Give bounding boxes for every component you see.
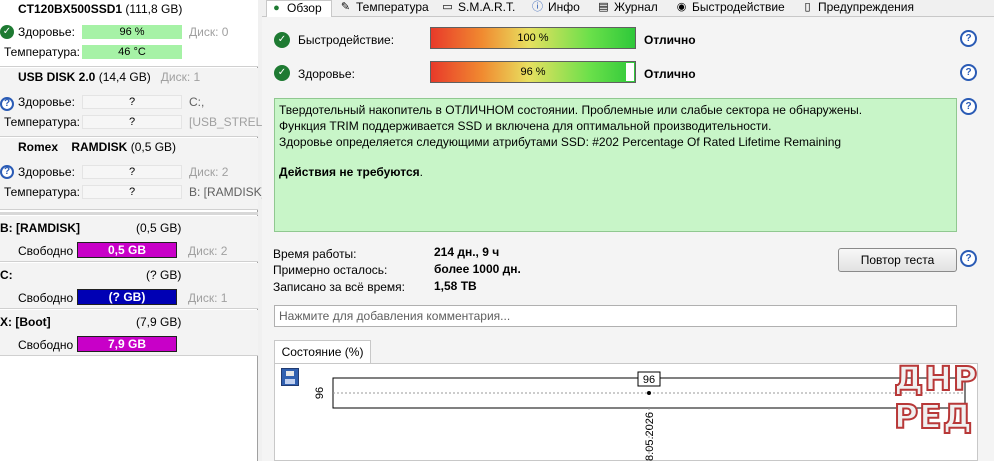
health-bar: 96 % [82,25,182,39]
tab-bar: ● Обзор ✎ Температура ▭ S.M.A.R.T. ⓘ Инфо ▤ Ж… [262,0,994,18]
comment-field[interactable]: Нажмите для добавления комментария... [274,305,957,327]
help-icon[interactable]: ? [960,250,977,267]
partition-item-b[interactable]: B: [RAMDISK] (0,5 GB) Свободно 0,5 GB Ди… [0,216,258,262]
performance-gauge: 100 % [430,27,636,49]
tab-smart[interactable]: ▭ S.M.A.R.T. [438,0,526,17]
data-point [647,391,651,395]
partition-item-c[interactable]: C: (? GB) Свободно (? GB) Диск: 1 [0,263,258,309]
watermark-line2: РЕД [893,396,974,437]
performance-label: Быстродействие: [298,33,395,47]
status-ok-icon: ✓ [274,65,290,81]
tab-warnings[interactable]: ▯ Предупреждения [798,0,928,17]
recommended-action: Действия не требуются. [279,165,423,179]
uptime-label: Время работы: [273,247,357,261]
written-label: Записано за всё время: [273,280,405,294]
free-space-bar: 0,5 GB [77,242,177,258]
drive-letters: C:, [189,95,205,109]
disk-number: Диск: 0 [189,25,229,39]
temp-label: Температура: [4,185,81,199]
health-rating: Отлично [644,67,696,81]
watermark-logo: ДНР РЕД [884,357,994,443]
info-icon: ⓘ [532,1,543,13]
tab-info[interactable]: ⓘ Инфо [528,0,590,17]
thermometer-icon: ✎ [340,1,351,13]
info-line: Здоровье определяется следующими атрибут… [279,135,842,149]
disk-size: (0,5 GB) [130,140,177,154]
health-label: Здоровье: [18,25,75,39]
tab-performance[interactable]: ◉ Быстродействие [672,0,794,17]
info-line: Функция TRIM поддерживается SSD и включе… [279,119,772,133]
tab-overview[interactable]: ● Обзор [266,0,332,18]
written-value: 1,58 TB [434,279,477,293]
disk-item-usb[interactable]: USB DISK 2.0 (14,4 GB) Диск: 1 ? Здоровье… [0,68,279,137]
health-label: Здоровье: [18,165,75,179]
partition-size: (0,5 GB) [136,221,182,235]
health-description: Твердотельный накопитель в ОТЛИЧНОМ сост… [274,98,957,232]
health-label: Здоровье: [18,95,75,109]
free-label: Свободно [18,338,74,352]
y-tick-label: 96 [314,387,326,399]
separator [0,212,258,215]
help-icon[interactable]: ? [960,98,977,115]
disk-item-ramdisk[interactable]: Romex RAMDISK (0,5 GB) ? Здоровье: ? Дис… [0,138,265,210]
disk-sidebar: CT120BX500SSD1 (111,8 GB) ✓ Здоровье: 96… [0,0,279,461]
disk-number: Диск: 1 [160,70,201,84]
free-label: Свободно [18,291,74,305]
gauge-empty-fill [626,63,634,81]
free-label: Свободно [18,244,74,258]
remaining-value: более 1000 дн. [434,262,521,276]
temp-bar: 46 °C [82,45,182,59]
temp-label: Температура: [4,45,81,59]
volume-label: B: [RAMDISK] [189,185,266,199]
gauge-icon: ◉ [676,1,687,13]
tab-health-chart[interactable]: Состояние (%) [274,340,371,364]
log-icon: ▤ [598,1,609,13]
partition-name: X: [Boot] [0,315,51,329]
tab-temperature[interactable]: ✎ Температура [336,0,434,17]
health-label: Здоровье: [298,67,355,81]
warnings-icon: ▯ [804,1,811,13]
disk-name: Romex RAMDISK [18,140,128,154]
disk-number: Диск: 2 [188,244,228,258]
temp-label: Температура: [4,115,81,129]
help-icon[interactable]: ? [960,30,977,47]
disk-size: (14,4 GB) [98,70,151,84]
partition-name: C: [0,268,13,282]
health-bar: ? [82,165,182,179]
disk-item-ct120[interactable]: CT120BX500SSD1 (111,8 GB) ✓ Здоровье: 96… [0,0,258,67]
health-gauge: 96 % [430,61,636,83]
health-bar: ? [82,95,182,109]
drive-icon: ▭ [442,1,453,13]
x-tick-label: 18.05.2026 [644,412,656,461]
free-space-bar: (? GB) [77,289,177,305]
disk-size: (111,8 GB) [125,2,183,16]
uptime-value: 214 дн., 9 ч [434,245,500,259]
watermark-line1: ДНР [893,358,979,399]
remaining-label: Примерно осталось: [273,263,388,277]
free-space-bar: 7,9 GB [77,336,177,352]
disk-number: Диск: 2 [189,165,229,179]
temp-bar: ? [82,115,182,129]
disk-number: Диск: 1 [188,291,228,305]
disk-name: USB DISK 2.0 [18,70,96,84]
status-ok-icon: ✓ [274,32,290,48]
performance-rating: Отлично [644,33,696,47]
tab-log[interactable]: ▤ Журнал [594,0,668,17]
chart-canvas: 96 96 18.05.2026 [314,371,966,461]
health-chart: 96 96 18.05.2026 [274,363,978,461]
partition-name: B: [RAMDISK] [0,221,80,235]
overview-icon: ● [273,2,280,14]
retest-button[interactable]: Повтор теста [838,248,957,272]
partition-size: (? GB) [146,268,182,282]
data-label: 96 [643,374,655,386]
info-line: Твердотельный накопитель в ОТЛИЧНОМ сост… [279,103,863,117]
disk-name: CT120BX500SSD1 [18,2,123,16]
help-icon[interactable]: ? [960,64,977,81]
temp-bar: ? [82,185,182,199]
partition-item-x[interactable]: X: [Boot] (7,9 GB) Свободно 7,9 GB [0,310,258,356]
partition-size: (7,9 GB) [136,315,182,329]
